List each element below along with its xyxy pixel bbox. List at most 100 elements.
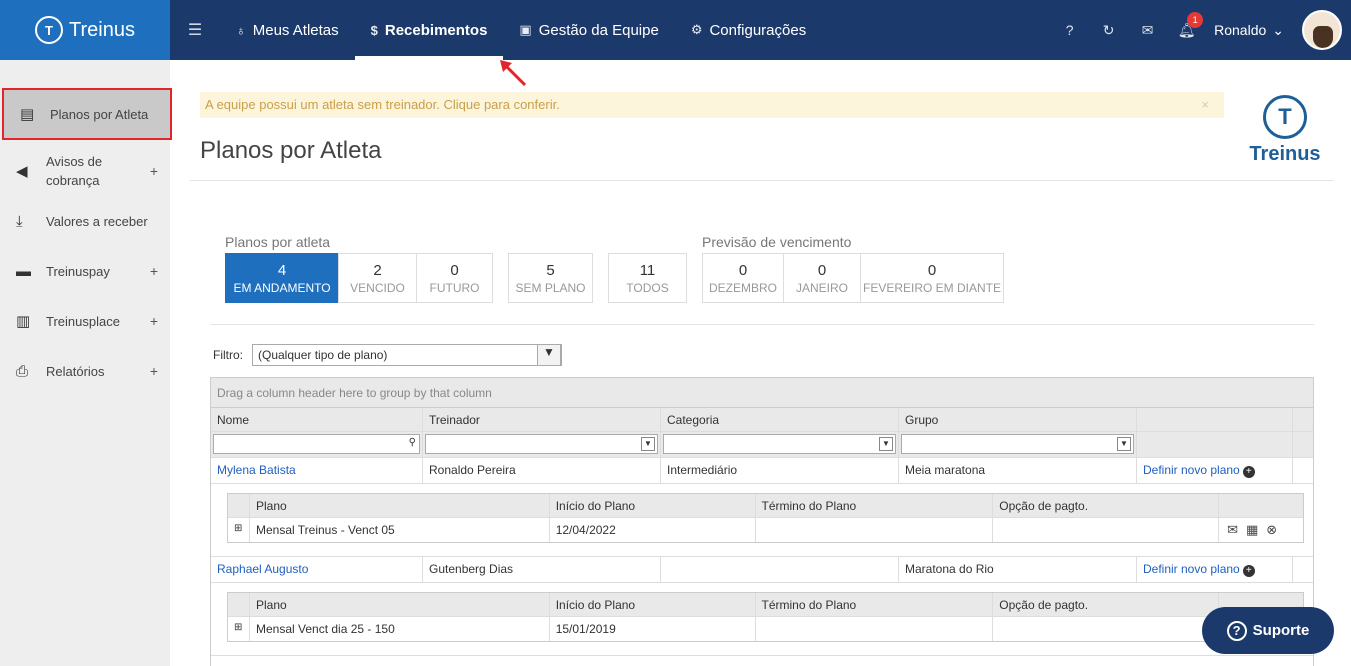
- stat-number: 11: [639, 262, 656, 279]
- col-header-pagto[interactable]: Opção de pagto.: [993, 593, 1220, 616]
- alert-banner[interactable]: A equipe possui um atleta sem treinador.…: [200, 92, 1224, 118]
- store-icon: ▥: [16, 313, 31, 330]
- id-card-icon: ▣: [519, 22, 532, 37]
- add-icon[interactable]: +: [1242, 565, 1255, 577]
- sidebar-item-label: Avisos de cobrança: [46, 154, 103, 188]
- chevron-down-icon[interactable]: ▼: [1117, 437, 1131, 451]
- nav-gestao-equipe[interactable]: ▣ Gestão da Equipe: [503, 0, 674, 60]
- stat-number: 0: [738, 262, 748, 279]
- stat-sem-plano[interactable]: 5 SEM PLANO: [508, 253, 593, 303]
- plan-row: ⊞ Mensal Venct dia 25 - 150 15/01/2019: [228, 617, 1303, 641]
- mail-icon[interactable]: ✉: [1227, 522, 1238, 538]
- add-icon[interactable]: +: [1242, 466, 1255, 478]
- plan-end: [756, 518, 994, 542]
- nav-label: Gestão da Equipe: [538, 21, 659, 39]
- col-header-termino[interactable]: Término do Plano: [756, 593, 994, 616]
- sidebar-item-valores[interactable]: ⤓ Valores a receber: [0, 196, 170, 246]
- nav-recebimentos[interactable]: $ Recebimentos: [354, 0, 504, 60]
- close-icon[interactable]: ×: [1201, 97, 1209, 113]
- group-filter-select[interactable]: ▼: [901, 434, 1134, 454]
- col-header-plano[interactable]: Plano: [250, 593, 550, 616]
- stat-em-andamento[interactable]: 4 EM ANDAMENTO: [225, 253, 339, 303]
- nav-configuracoes[interactable]: ⚙ Configurações: [675, 0, 822, 60]
- stat-janeiro[interactable]: 0 JANEIRO: [783, 253, 861, 303]
- mail-icon[interactable]: ✉: [1128, 22, 1167, 39]
- define-plan-link[interactable]: Definir novo plano: [1143, 562, 1240, 576]
- expand-row-icon[interactable]: ⊞: [228, 617, 250, 641]
- stat-number: 0: [927, 262, 937, 279]
- stat-label: SEM PLANO: [515, 281, 586, 295]
- sidebar-item-relatorios[interactable]: ⎙ Relatórios +: [0, 346, 170, 396]
- col-header-inicio[interactable]: Início do Plano: [550, 494, 756, 517]
- plan-detail: Plano Início do Plano Término do Plano O…: [211, 484, 1313, 557]
- stat-futuro[interactable]: 0 FUTURO: [416, 253, 493, 303]
- stat-label: FEVEREIRO EM DIANTE: [862, 281, 1002, 295]
- trainer-filter-select[interactable]: ▼: [425, 434, 658, 454]
- category-cell: Intermediário: [661, 458, 899, 483]
- page-title: Planos por Atleta: [200, 137, 382, 164]
- app-logo[interactable]: T Treinus: [0, 0, 170, 60]
- plan-detail: Plano Início do Plano Término do Plano O…: [211, 583, 1313, 656]
- col-header-treinador[interactable]: Treinador: [423, 408, 661, 431]
- stat-fevereiro[interactable]: 0 FEVEREIRO EM DIANTE: [860, 253, 1004, 303]
- nav-meus-atletas[interactable]: ♁ Meus Atletas: [220, 0, 355, 60]
- col-header-plano[interactable]: Plano: [250, 494, 550, 517]
- support-button[interactable]: ? Suporte: [1202, 607, 1334, 654]
- expand-icon[interactable]: +: [150, 363, 158, 379]
- stat-todos[interactable]: 11 TODOS: [608, 253, 687, 303]
- col-header-termino[interactable]: Término do Plano: [756, 494, 994, 517]
- sidebar-item-avisos[interactable]: ◀ Avisos de cobrança +: [0, 146, 170, 196]
- stat-vencido[interactable]: 2 VENCIDO: [338, 253, 417, 303]
- brand-text: Treinus: [1249, 143, 1321, 165]
- col-header-inicio[interactable]: Início do Plano: [550, 593, 756, 616]
- sync-icon[interactable]: ↻: [1089, 22, 1128, 39]
- sidebar-item-treinuspay[interactable]: ▬ Treinuspay +: [0, 246, 170, 296]
- name-filter-input[interactable]: ⚲: [213, 434, 420, 454]
- sidebar-item-treinusplace[interactable]: ▥ Treinusplace +: [0, 296, 170, 346]
- filter-value: (Qualquer tipo de plano): [258, 348, 388, 362]
- collapse-menu-icon[interactable]: ☰: [170, 20, 220, 40]
- table-row: Raphael Augusto Gutenberg Dias Maratona …: [211, 557, 1313, 583]
- plan-subgrid: Plano Início do Plano Término do Plano O…: [227, 493, 1304, 543]
- filter-cell-actions: [1137, 432, 1293, 457]
- plan-type-filter[interactable]: (Qualquer tipo de plano) ▼: [252, 344, 562, 366]
- define-plan-link[interactable]: Definir novo plano: [1143, 463, 1240, 477]
- col-header-grupo[interactable]: Grupo: [899, 408, 1137, 431]
- avatar[interactable]: [1302, 10, 1342, 50]
- stat-number: 4: [277, 262, 287, 279]
- user-menu[interactable]: Ronaldo ⌄: [1214, 22, 1284, 39]
- group-label-planos: Planos por atleta: [225, 234, 331, 250]
- cancel-icon[interactable]: ⊗: [1266, 522, 1277, 538]
- chevron-down-icon[interactable]: ▼: [641, 437, 655, 451]
- expand-row-icon[interactable]: ⊞: [228, 518, 250, 542]
- expand-icon[interactable]: +: [150, 263, 158, 279]
- red-arrow-annotation: [500, 60, 527, 87]
- filter-cell-nome: ⚲: [211, 432, 423, 457]
- sidebar-item-label: Planos por Atleta: [50, 106, 149, 122]
- bell-icon[interactable]: 🔔︎ 1: [1167, 11, 1206, 39]
- expand-col: [228, 593, 250, 616]
- athlete-name-link[interactable]: Raphael Augusto: [211, 557, 423, 582]
- stat-dezembro[interactable]: 0 DEZEMBRO: [702, 253, 784, 303]
- athlete-name-link[interactable]: Mylena Batista: [211, 458, 423, 483]
- gears-icon: ⚙: [690, 22, 703, 37]
- plan-name: Mensal Treinus - Venct 05: [250, 518, 550, 542]
- trainer-cell: Ronaldo Pereira: [423, 458, 661, 483]
- filter-funnel-icon[interactable]: ⚲: [409, 437, 416, 448]
- chevron-down-icon[interactable]: ▼: [879, 437, 893, 451]
- col-header-pagto[interactable]: Opção de pagto.: [993, 494, 1220, 517]
- subgrid-header: Plano Início do Plano Término do Plano O…: [228, 494, 1303, 518]
- sidebar-item-planos[interactable]: ▤ Planos por Atleta: [2, 88, 172, 140]
- help-icon[interactable]: ?: [1050, 22, 1089, 38]
- category-filter-select[interactable]: ▼: [663, 434, 896, 454]
- filter-icon[interactable]: ▼: [537, 344, 561, 366]
- plan-payment: [993, 518, 1220, 542]
- calendar-gear-icon[interactable]: ▦: [1246, 522, 1258, 538]
- col-header-nome[interactable]: Nome: [211, 408, 423, 431]
- user-name: Ronaldo: [1214, 22, 1267, 38]
- expand-icon[interactable]: +: [150, 313, 158, 329]
- expand-icon[interactable]: +: [150, 163, 158, 179]
- plan-actions: ✉ ▦ ⊗: [1219, 518, 1303, 542]
- stat-label: TODOS: [626, 281, 669, 295]
- col-header-categoria[interactable]: Categoria: [661, 408, 899, 431]
